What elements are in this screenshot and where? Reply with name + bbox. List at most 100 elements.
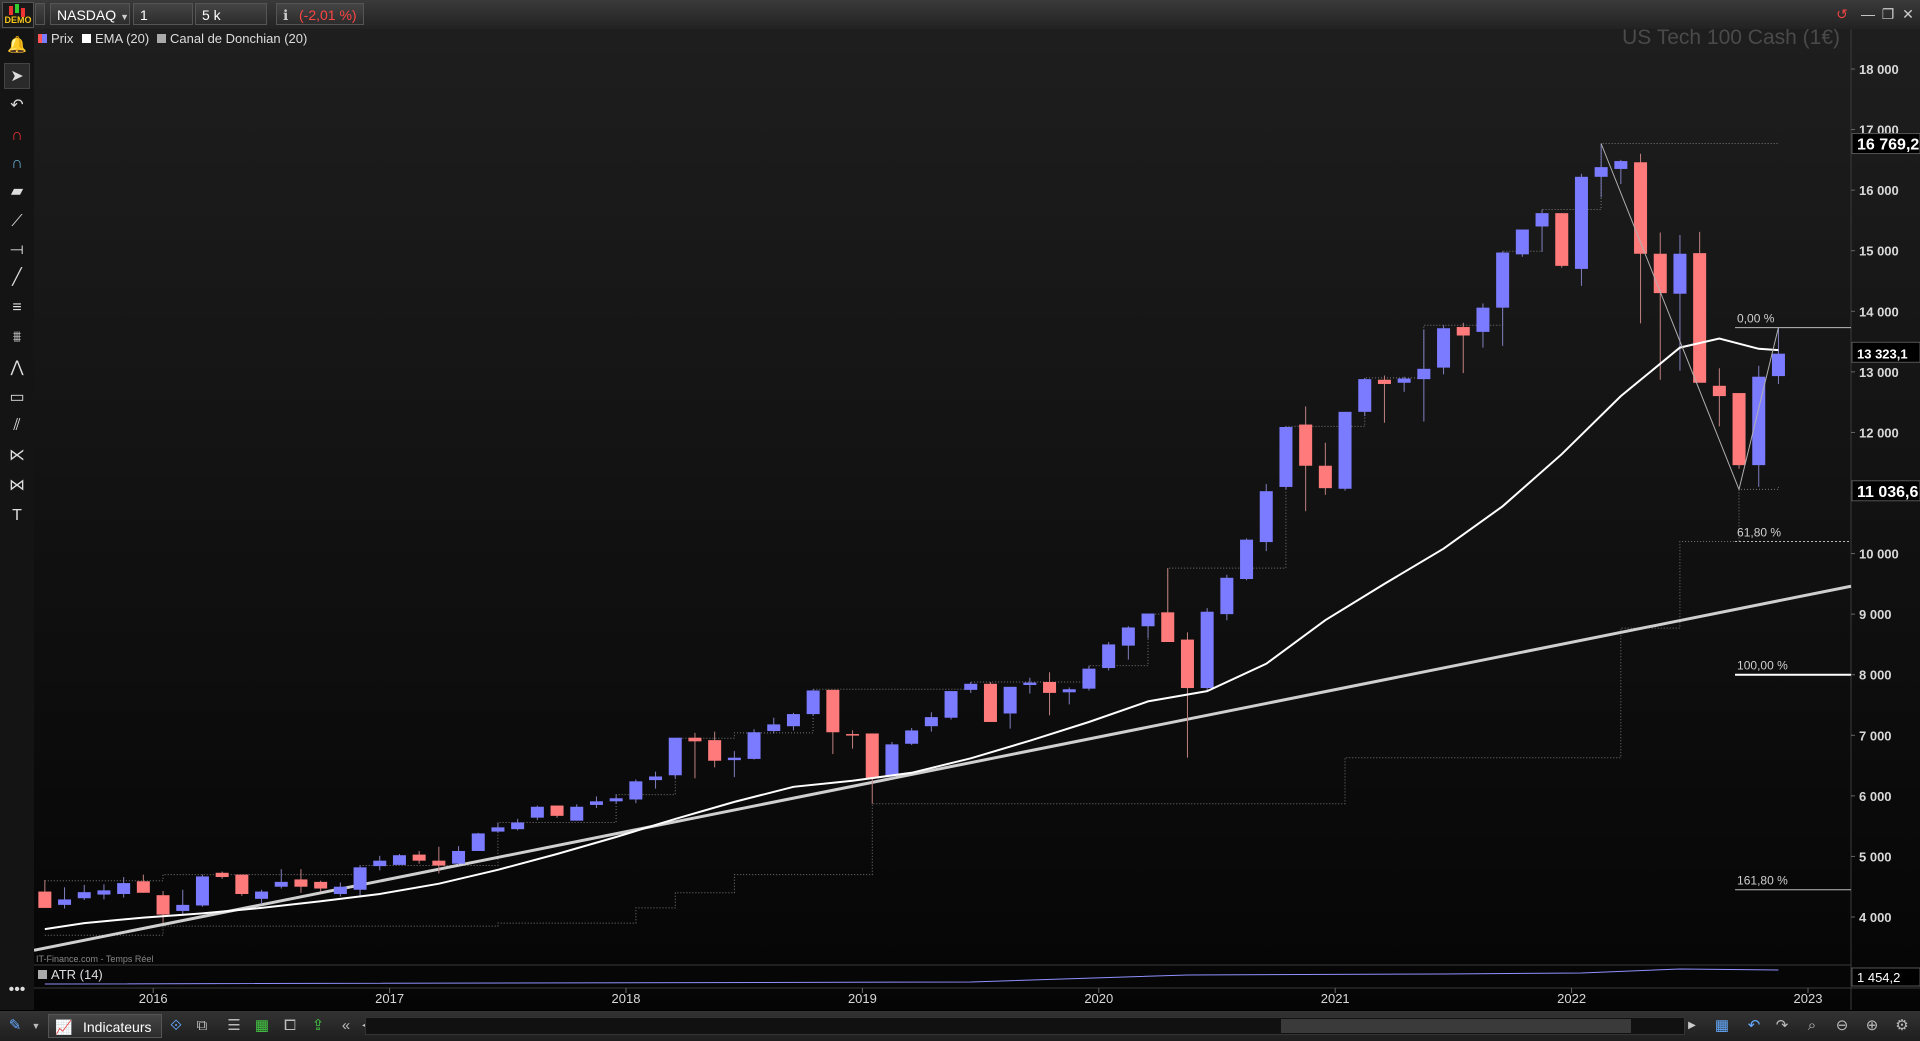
segment-icon[interactable]: ⟋ <box>4 209 30 235</box>
scrollbar-thumb[interactable] <box>1281 1019 1631 1033</box>
x-tick-label: 2021 <box>1321 991 1350 1006</box>
chevron-down-icon[interactable]: ▼ <box>30 1016 42 1036</box>
info-icon: ℹ <box>283 7 289 23</box>
candle-body <box>589 801 603 805</box>
candle-body <box>747 732 761 759</box>
ruler-icon[interactable]: ▰ <box>4 179 30 205</box>
candle-body <box>452 850 466 864</box>
price-chart[interactable]: 0,00 % 61,80 % 100,00 % 161,80 % 4 000 5 000… <box>33 26 1920 1010</box>
channel-icon[interactable]: ▭ <box>4 385 30 411</box>
redo-icon[interactable]: ↷ <box>1772 1016 1792 1036</box>
candle-body <box>983 683 997 722</box>
time-scrollbar[interactable] <box>365 1017 1685 1035</box>
y-tick-label: 18 000 <box>1859 62 1899 77</box>
text-tool-icon[interactable]: T <box>4 503 30 529</box>
list-icon[interactable]: ☰ <box>224 1016 244 1036</box>
candle-body <box>1102 644 1116 669</box>
line-icon[interactable]: ╱ <box>4 265 30 291</box>
scroll-right-icon[interactable]: ▶ <box>1685 1017 1699 1035</box>
x-tick-label: 2019 <box>848 991 877 1006</box>
candle-body <box>353 867 367 890</box>
candle-body <box>1397 378 1411 383</box>
candle-body <box>1535 213 1549 227</box>
zoom-fit-icon[interactable]: ⌕ <box>1802 1016 1822 1036</box>
drawing-style-icon[interactable]: ✎ <box>5 1016 25 1036</box>
period-select[interactable]: 1 mois▼ <box>133 3 193 45</box>
candle-body <box>767 724 781 732</box>
pointer-icon[interactable]: ➤ <box>4 63 30 89</box>
price-tag-current: 13 323,1 <box>1857 346 1908 361</box>
indicators-button[interactable]: 📈 Indicateurs <box>48 1014 163 1038</box>
candle-body <box>156 895 170 915</box>
candle-body <box>195 876 209 906</box>
restore-icon[interactable]: ❐ <box>1880 5 1896 23</box>
undo-arrow-icon[interactable]: ↶ <box>4 93 30 119</box>
candle-body <box>1299 424 1313 466</box>
candle-body <box>1220 577 1234 615</box>
undo-icon[interactable]: ↶ <box>1744 1016 1764 1036</box>
fibonacci-fan-icon[interactable]: ⩩ <box>4 325 30 351</box>
refresh-icon[interactable]: ↺ <box>1834 5 1850 23</box>
performance-button[interactable]: ℹ (-2,01 %) <box>276 3 364 25</box>
magnet-linked-icon[interactable]: ∩ <box>4 151 30 177</box>
candle-body <box>1574 176 1588 269</box>
candle-body <box>1515 229 1529 255</box>
candle-body <box>550 805 564 816</box>
candle-body <box>964 683 978 690</box>
instrument-select[interactable]: NASDAQ ▼ <box>50 3 130 25</box>
x-tick-label: 2017 <box>375 991 404 1006</box>
more-tools-icon[interactable]: ••• <box>4 977 30 1003</box>
parallel-lines-icon[interactable]: ⫽ <box>4 413 30 439</box>
y-tick-label: 15 000 <box>1859 244 1899 259</box>
fibonacci-retracement-icon[interactable]: ≡ <box>4 295 30 321</box>
y-tick-label: 4 000 <box>1859 910 1892 925</box>
screenshot-icon[interactable]: ⧠ <box>280 1016 300 1036</box>
horizontal-line-icon[interactable]: ⟞ <box>4 237 30 263</box>
candle-body <box>806 690 820 715</box>
magnet-icon[interactable]: ∩ <box>4 123 30 149</box>
legend-ema: EMA (20) <box>95 31 149 46</box>
candle-body <box>511 822 525 830</box>
candle-body <box>708 740 722 761</box>
candle-body <box>412 854 426 861</box>
candle-body <box>1062 689 1076 693</box>
zoom-out-icon[interactable]: ⊖ <box>1832 1016 1852 1036</box>
close-icon[interactable]: ✕ <box>1900 5 1916 23</box>
export-icon[interactable]: ⇪ <box>308 1016 328 1036</box>
alert-bell-icon[interactable]: 🔔 <box>4 33 30 59</box>
atr-value: 1 454,2 <box>1857 970 1900 985</box>
y-tick-label: 13 000 <box>1859 365 1899 380</box>
candle-body <box>570 806 584 821</box>
source-note: IT-Finance.com - Temps Réel <box>36 954 153 964</box>
candle-body <box>1456 327 1470 336</box>
legend-donchian: Canal de Donchian (20) <box>170 31 307 46</box>
x-tick-label: 2016 <box>139 991 168 1006</box>
candle-body <box>471 833 485 851</box>
drawing-toolbar: 🔔 ➤ ↶ ∩ ∩ ▰ ⟋ ⟞ ╱ ≡ ⩩ ⋀ ▭ ⫽ ⋉ ⋈ T ••• <box>0 29 35 1010</box>
fibonacci-extension-icon[interactable]: ⋀ <box>4 355 30 381</box>
chart-area[interactable]: 0,00 % 61,80 % 100,00 % 161,80 % 4 000 5 000… <box>33 26 1920 1010</box>
zoom-in-icon[interactable]: ⊕ <box>1862 1016 1882 1036</box>
wave-icon[interactable]: ⋉ <box>4 443 30 469</box>
calendar-icon[interactable]: ▦ <box>1712 1016 1732 1036</box>
windows-icon[interactable]: ⧉ <box>192 1016 212 1036</box>
candle-body <box>1200 611 1214 689</box>
atr-label: ATR (14) <box>51 967 103 982</box>
candle-body <box>1043 681 1057 693</box>
share-icon[interactable]: ⟐ <box>166 1016 186 1036</box>
candle-body <box>1377 379 1391 384</box>
instrument-label: NASDAQ <box>57 7 117 23</box>
x-tick-label: 2022 <box>1557 991 1586 1006</box>
candle-body <box>97 890 111 895</box>
candle-body <box>1121 627 1135 646</box>
price-tag-low: 11 036,6 <box>1857 484 1919 501</box>
units-select[interactable]: 5 k unités▼ <box>195 3 267 45</box>
candle-body <box>1279 426 1293 487</box>
minimize-icon[interactable]: — <box>1860 5 1876 23</box>
collapse-icon[interactable]: « <box>336 1016 356 1036</box>
settings-icon[interactable]: ⚙ <box>1892 1016 1912 1036</box>
x-tick-label: 2018 <box>612 991 641 1006</box>
menu-icon[interactable] <box>35 3 45 25</box>
grid-icon[interactable]: ▦ <box>252 1016 272 1036</box>
pattern-icon[interactable]: ⋈ <box>4 473 30 499</box>
